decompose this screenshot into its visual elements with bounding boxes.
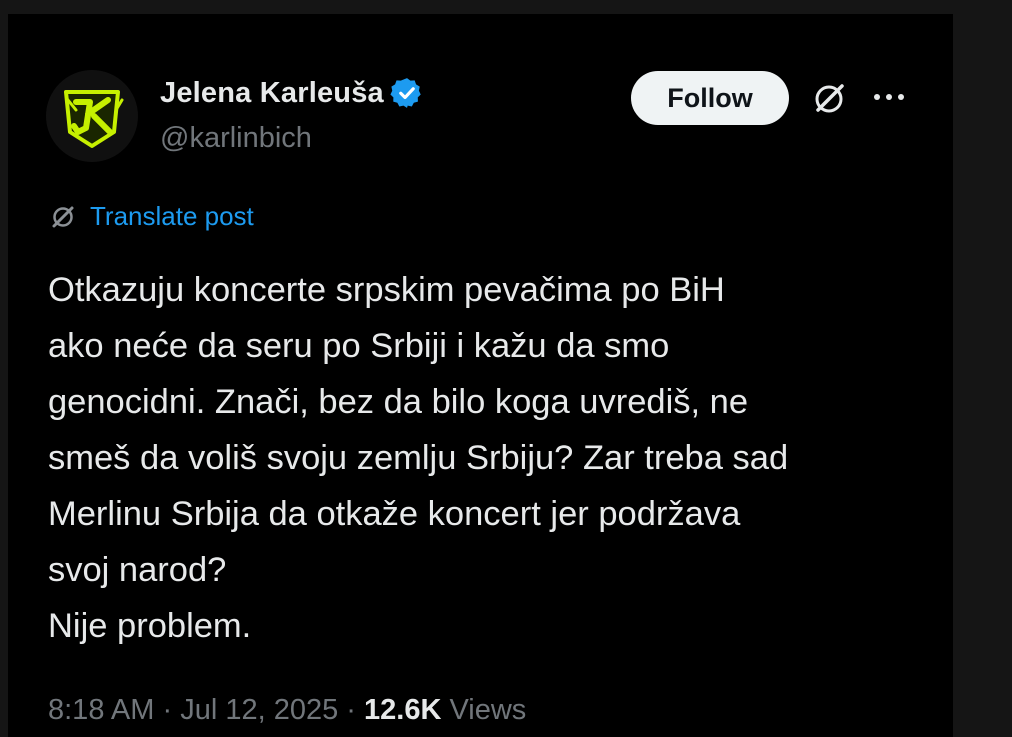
translate-post-label: Translate post [90,201,254,231]
avatar[interactable] [46,70,138,162]
views-label: Views [449,694,527,726]
post-date[interactable]: Jul 12, 2025 [180,694,338,726]
meta-separator: · [346,694,356,726]
meta-separator: · [162,694,173,726]
more-options-icon[interactable] [868,78,910,116]
views-count: 12.6K [364,694,442,726]
grok-icon [52,206,74,227]
follow-button[interactable]: Follow [631,71,789,125]
post-text-line: smeš da voliš svoju zemlju Srbiju? Zar t… [48,439,789,477]
post-text-line: ako neće da seru po Srbiji i kažu da smo [48,327,670,365]
post-text-line: Otkazuju koncerte srpskim pevačima po Bi… [48,271,725,309]
translate-post-link[interactable]: Translate post [48,201,254,232]
tweet-card: Jelena Karleuša @karlinbich Follow Trans… [8,14,953,737]
grok-icon[interactable] [808,78,850,120]
author-handle[interactable]: @karlinbich [160,122,312,155]
author-name-row: Jelena Karleuša [160,76,424,110]
post-text-line: svoj narod? [48,551,227,589]
post-text-line: Merlinu Srbija da otkaže koncert jer pod… [48,495,741,533]
post-meta: 8:18 AM · Jul 12, 2025 · 12.6K Views [48,694,526,727]
verified-badge-icon[interactable] [390,76,424,110]
post-text-line: genocidni. Znači, bez da bilo koga uvred… [48,383,749,421]
post-text: Otkazuju koncerte srpskim pevačima po Bi… [48,262,928,654]
jk-logo-icon [46,70,138,162]
post-time[interactable]: 8:18 AM [48,694,154,726]
author-display-name[interactable]: Jelena Karleuša [160,77,384,110]
post-text-line: Nije problem. [48,607,252,645]
